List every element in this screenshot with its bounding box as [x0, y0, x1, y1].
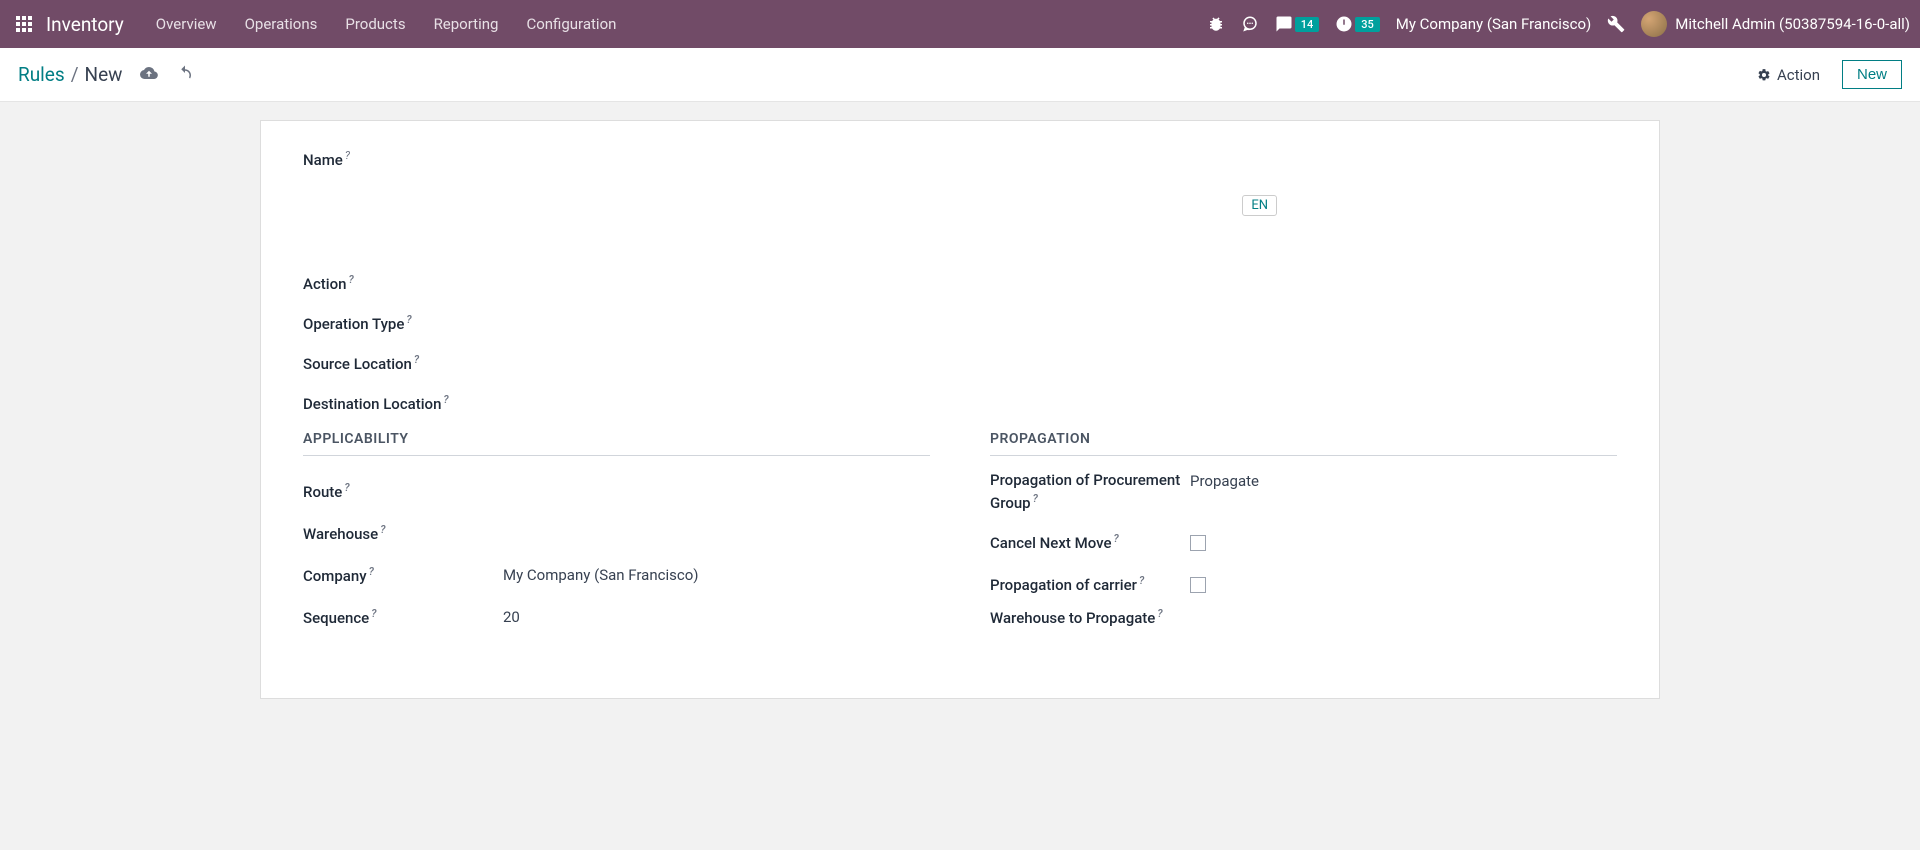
topbar: Inventory Overview Operations Products R… — [0, 0, 1920, 48]
new-button[interactable]: New — [1842, 60, 1902, 89]
avatar — [1641, 11, 1667, 37]
help-icon[interactable]: ? — [414, 353, 419, 366]
action-label: Action — [1777, 66, 1820, 84]
operation-type-label: Operation Type — [303, 315, 404, 333]
phone-icon[interactable] — [1241, 15, 1259, 33]
nav-products[interactable]: Products — [331, 15, 419, 33]
nav-overview[interactable]: Overview — [142, 15, 231, 33]
propagation-group-value[interactable]: Propagate — [1190, 470, 1259, 490]
company-label: Company — [303, 567, 367, 585]
breadcrumb-sep: / — [71, 63, 79, 86]
route-label: Route — [303, 483, 342, 501]
messages-icon[interactable]: 14 — [1275, 15, 1320, 33]
topbar-right: 14 35 My Company (San Francisco) Mitchel… — [1207, 11, 1910, 37]
cancel-next-move-label: Cancel Next Move — [990, 534, 1112, 552]
app-brand[interactable]: Inventory — [46, 13, 124, 36]
help-icon[interactable]: ? — [345, 149, 350, 162]
user-menu[interactable]: Mitchell Admin (50387594-16-0-all) — [1641, 11, 1910, 37]
nav-operations[interactable]: Operations — [231, 15, 332, 33]
nav-reporting[interactable]: Reporting — [420, 15, 513, 33]
breadcrumb-current: New — [85, 63, 123, 86]
help-icon[interactable]: ? — [1033, 492, 1038, 505]
help-icon[interactable]: ? — [443, 393, 448, 406]
activities-icon[interactable]: 35 — [1335, 15, 1380, 33]
propagation-title: PROPAGATION — [990, 431, 1617, 456]
destination-location-label: Destination Location — [303, 395, 441, 413]
help-icon[interactable]: ? — [406, 313, 411, 326]
topbar-left: Inventory Overview Operations Products R… — [10, 10, 630, 38]
form-sheet: Name? EN Action? Operation Type? Source … — [260, 120, 1660, 699]
source-location-label: Source Location — [303, 355, 412, 373]
action-dropdown[interactable]: Action — [1747, 60, 1830, 90]
discard-icon[interactable] — [176, 64, 194, 86]
activities-badge: 35 — [1355, 17, 1380, 32]
help-icon[interactable]: ? — [1114, 532, 1119, 545]
help-icon[interactable]: ? — [369, 565, 374, 578]
propagation-section: PROPAGATION Propagation of Procurement G… — [990, 431, 1617, 658]
help-icon[interactable]: ? — [380, 523, 385, 536]
action-label: Action — [303, 275, 346, 293]
breadcrumb-row: Rules / New Action New — [0, 48, 1920, 102]
help-icon[interactable]: ? — [1139, 574, 1144, 587]
help-icon[interactable]: ? — [348, 273, 353, 286]
cancel-next-move-checkbox[interactable] — [1190, 535, 1206, 551]
help-icon[interactable]: ? — [1157, 607, 1162, 620]
company-value[interactable]: My Company (San Francisco) — [503, 566, 698, 584]
messages-badge: 14 — [1295, 17, 1320, 32]
nav-configuration[interactable]: Configuration — [512, 15, 630, 33]
warehouse-propagate-label: Warehouse to Propagate — [990, 609, 1155, 627]
gear-icon — [1757, 68, 1771, 82]
name-input[interactable] — [303, 179, 1617, 223]
propagation-group-label: Propagation of Procurement Group — [990, 471, 1180, 512]
language-badge[interactable]: EN — [1242, 195, 1277, 216]
name-label: Name — [303, 151, 343, 169]
sequence-label: Sequence — [303, 609, 369, 627]
cloud-save-icon[interactable] — [140, 64, 158, 86]
tools-icon[interactable] — [1607, 15, 1625, 33]
apps-launcher-icon[interactable] — [10, 10, 38, 38]
propagation-carrier-label: Propagation of carrier — [990, 576, 1137, 594]
applicability-section: APPLICABILITY Route? Warehouse? Company?… — [303, 431, 930, 658]
applicability-title: APPLICABILITY — [303, 431, 930, 456]
company-switcher[interactable]: My Company (San Francisco) — [1396, 15, 1591, 33]
sequence-value[interactable]: 20 — [503, 608, 520, 626]
user-name-label: Mitchell Admin (50387594-16-0-all) — [1675, 15, 1910, 33]
help-icon[interactable]: ? — [371, 607, 376, 620]
bug-icon[interactable] — [1207, 15, 1225, 33]
help-icon[interactable]: ? — [344, 481, 349, 494]
warehouse-label: Warehouse — [303, 525, 378, 543]
propagation-carrier-checkbox[interactable] — [1190, 577, 1206, 593]
breadcrumb-root[interactable]: Rules — [18, 63, 65, 86]
